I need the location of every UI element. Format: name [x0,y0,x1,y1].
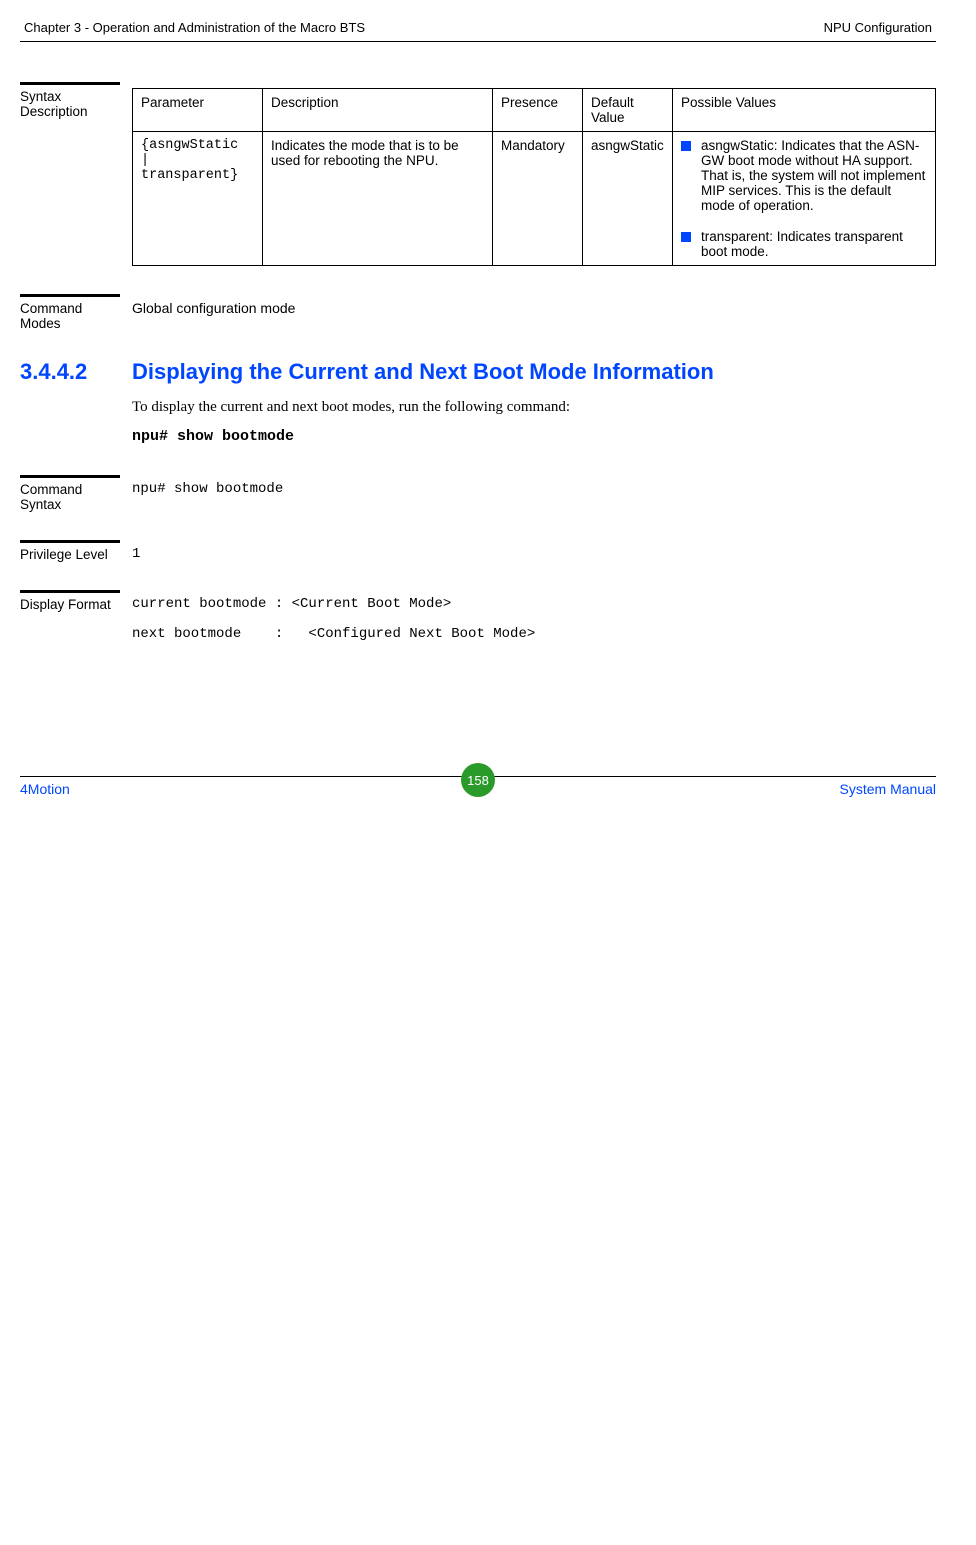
cell-default-value: asngwStatic [583,132,673,266]
cell-parameter: {asngwStatic | transparent} [133,132,263,266]
table-header-row: Parameter Description Presence Default V… [133,89,936,132]
cell-description: Indicates the mode that is to be used fo… [263,132,493,266]
page-number-badge: 158 [461,763,495,797]
command-syntax-label: Command Syntax [20,475,120,512]
th-possible-values: Possible Values [673,89,936,132]
command-modes-section: Command Modes Global configuration mode [20,294,936,331]
cell-presence: Mandatory [493,132,583,266]
possible-value-item: transparent: Indicates transparent boot … [681,229,927,259]
footer-right: System Manual [840,781,936,797]
section-number: 3.4.4.2 [20,359,132,385]
footer-left: 4Motion [20,781,70,797]
display-format-line: next bootmode : <Configured Next Boot Mo… [132,626,936,642]
privilege-level-value: 1 [132,540,936,562]
page: Chapter 3 - Operation and Administration… [0,0,976,817]
possible-value-item: asngwStatic: Indicates that the ASN-GW b… [681,138,927,213]
page-footer: 4Motion 158 System Manual [20,776,936,797]
parameter-table: Parameter Description Presence Default V… [132,88,936,266]
header-left: Chapter 3 - Operation and Administration… [24,20,365,35]
display-format-line: current bootmode : <Current Boot Mode> [132,596,936,612]
command-syntax-value: npu# show bootmode [132,475,936,512]
section-command: npu# show bootmode [132,428,936,445]
command-syntax-section: Command Syntax npu# show bootmode [20,475,936,512]
section-heading: 3.4.4.2 Displaying the Current and Next … [20,359,936,385]
syntax-description-label: Syntax Description [20,82,120,266]
table-row: {asngwStatic | transparent} Indicates th… [133,132,936,266]
cell-possible-values: asngwStatic: Indicates that the ASN-GW b… [673,132,936,266]
privilege-level-label: Privilege Level [20,540,120,562]
section-intro: To display the current and next boot mod… [132,399,936,416]
th-presence: Presence [493,89,583,132]
th-description: Description [263,89,493,132]
syntax-description-section: Syntax Description Parameter Description… [20,82,936,266]
command-modes-value: Global configuration mode [132,294,936,331]
th-default-value: Default Value [583,89,673,132]
command-modes-label: Command Modes [20,294,120,331]
privilege-level-section: Privilege Level 1 [20,540,936,562]
display-format-label: Display Format [20,590,120,656]
page-header: Chapter 3 - Operation and Administration… [20,20,936,42]
display-format-section: Display Format current bootmode : <Curre… [20,590,936,656]
section-title: Displaying the Current and Next Boot Mod… [132,359,714,385]
th-parameter: Parameter [133,89,263,132]
header-right: NPU Configuration [824,20,932,35]
